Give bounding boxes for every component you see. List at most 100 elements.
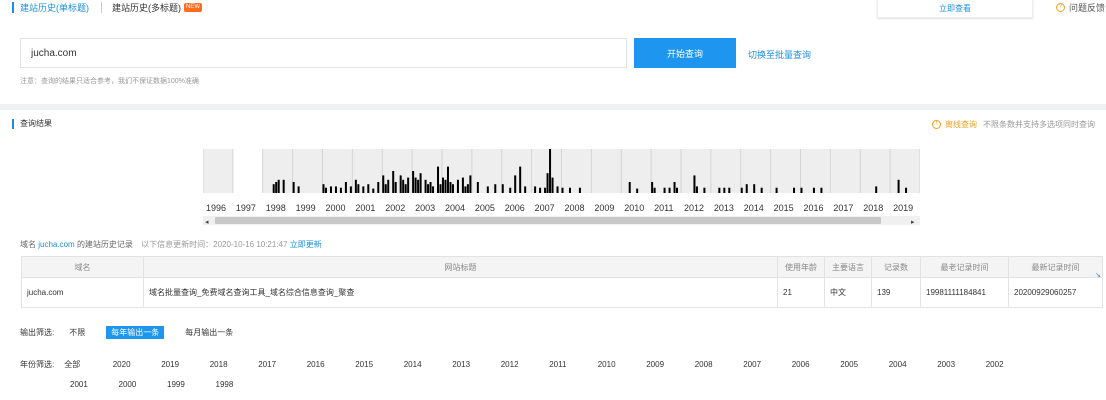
chart-bar [539,187,542,193]
year-filter-label: 年份筛选: [20,360,55,369]
chart-bar [718,187,721,193]
chart-bar [636,188,639,193]
chart-bar [461,177,464,193]
chart-bar [444,179,447,193]
year-option[interactable]: 2020 [113,360,162,369]
chart-bar [544,187,547,193]
header-newest: 最新记录时间 [1031,262,1080,272]
tab-multi-title[interactable]: 建站历史(多标题) NEW [112,1,202,14]
year-option[interactable]: 2001 [70,380,119,389]
chart-bar [546,173,549,193]
year-option[interactable]: 2013 [452,360,501,369]
export-icon[interactable]: ↘ [1095,272,1103,280]
chart-bar [424,179,427,193]
year-option[interactable]: 2015 [355,360,404,369]
year-option[interactable]: 2016 [307,360,356,369]
year-option[interactable]: 2003 [937,360,986,369]
view-now-panel: 立即查看 [877,0,1033,18]
cell-oldest: 19981111184841 [921,278,1009,307]
chart-bar [519,166,522,193]
chart-empty-year [232,149,263,193]
chart-bar [372,188,375,193]
chart-tick-label: 1996 [206,203,226,213]
chart-tick-label: 1999 [296,203,316,213]
offline-query: ! 离线查询 不限条数并支持多选项同时查询 [932,119,1095,130]
chart-bar [800,187,803,193]
chart-bar [456,179,459,193]
year-filter-row1: 全部 2020 2019 2018 2017 2016 2015 2014 2013 2012 20… [64,359,1034,370]
tab-bar: 建站历史(单标题) 建站历史(多标题) NEW [12,0,202,14]
year-option[interactable]: 2009 [646,360,695,369]
chart-bar [282,179,285,193]
year-option[interactable]: 2000 [119,380,168,389]
year-option[interactable]: 2007 [743,360,792,369]
tab-divider [101,1,102,13]
chart-tick-label: 2019 [893,203,913,213]
results-title: 查询结果 [12,119,52,129]
chart-bar [753,184,756,193]
year-option[interactable]: 2006 [792,360,841,369]
offline-query-link[interactable]: 离线查询 [945,119,977,130]
output-filter-monthly[interactable]: 每月输出一条 [180,326,238,339]
chart-bar [820,187,823,193]
chart-bar [329,186,332,193]
chart-bar [514,175,517,193]
domain-search-input[interactable] [20,38,627,68]
chart-bar [446,166,449,193]
year-option[interactable]: 2004 [889,360,938,369]
chart-bar [449,182,452,193]
year-option[interactable]: 1998 [216,380,265,389]
chart-bar [524,186,527,193]
header-age: 使用年龄 [778,257,825,277]
chart-bar [334,186,337,193]
year-option[interactable]: 2019 [161,360,210,369]
chart-bar [417,179,420,193]
new-badge: NEW [184,2,202,12]
history-chart: 1996 1997 1998 1999 2000 2001 2002 2003 2004 2005… [203,149,920,229]
chart-bar [437,166,440,193]
feedback-link[interactable]: ? 问题反馈 [1056,1,1105,14]
results-section: 查询结果 ! 离线查询 不限条数并支持多选项同时查询 1996 1997 1998 1… [0,110,1106,400]
domain-info-domain[interactable]: jucha.com [38,240,74,249]
header-title: 网站标题 [144,257,778,277]
chart-tick-label: 2008 [565,203,585,213]
cell-records: 139 [872,278,921,307]
view-now-link[interactable]: 立即查看 [939,3,971,14]
chart-tick-label: 2010 [624,203,644,213]
chart-tick-label: 2001 [355,203,375,213]
history-chart-svg: 1996 1997 1998 1999 2000 2001 2002 2003 2004 2005… [203,149,920,226]
chart-tick-label: 2018 [863,203,883,213]
year-option[interactable]: 2010 [598,360,647,369]
year-option[interactable]: 2002 [986,360,1035,369]
chart-bar [695,186,698,193]
domain-info-suffix: 的建站历史记录 [76,240,133,249]
chart-bar [556,186,559,193]
year-option[interactable]: 2005 [840,360,889,369]
year-option[interactable]: 2018 [210,360,259,369]
output-filter-yearly[interactable]: 每年输出一条 [106,326,165,339]
chart-bar [324,187,327,193]
year-option[interactable]: 2008 [695,360,744,369]
year-option[interactable]: 1999 [167,380,216,389]
year-option[interactable]: 2011 [549,360,598,369]
chart-tick-label: 2012 [684,203,704,213]
year-option[interactable]: 2014 [404,360,453,369]
scroll-left-arrow: ◂ [205,219,209,226]
header-domain: 域名 [22,257,144,277]
year-option[interactable]: 全部 [64,359,113,370]
year-option[interactable]: 2012 [501,360,550,369]
chart-tick-label: 2016 [804,203,824,213]
tab-single-title[interactable]: 建站历史(单标题) [12,1,89,13]
output-filter-any[interactable]: 不限 [64,326,90,339]
batch-query-link[interactable]: 切换至批量查询 [748,48,811,61]
offline-query-desc: 不限条数并支持多选项同时查询 [983,120,1095,129]
chart-bar [466,184,469,193]
domain-info: 域名 jucha.com 的建站历史记录 以下信息更新时间：2020-10-16… [20,239,322,250]
chart-bar [377,182,380,193]
year-option[interactable]: 2017 [258,360,307,369]
start-query-button[interactable]: 开始查询 [634,38,736,68]
chart-bar [344,182,347,193]
chart-bar [399,175,402,193]
chart-bar [429,182,432,193]
refresh-now-link[interactable]: 立即更新 [290,240,322,249]
